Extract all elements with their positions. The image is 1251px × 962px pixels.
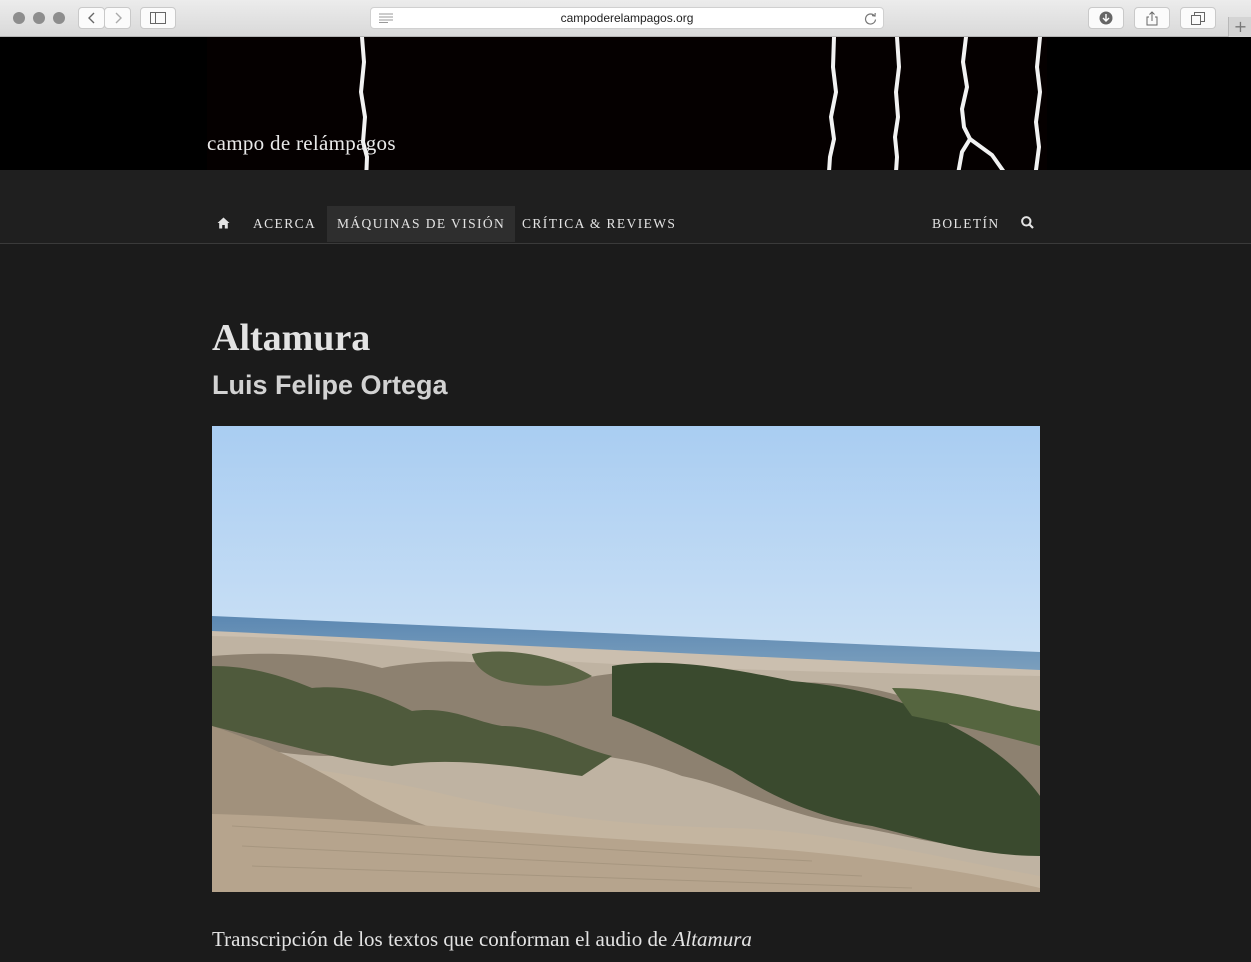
zoom-window-icon[interactable] <box>53 12 65 24</box>
lightning-illustration <box>358 37 1043 182</box>
url-text: campoderelampagos.org <box>560 11 694 25</box>
tabs-overview-button[interactable] <box>1180 7 1216 29</box>
article-author: Luis Felipe Ortega <box>212 370 448 400</box>
intro-title-italic: Altamura <box>672 927 752 951</box>
share-icon <box>1146 10 1158 25</box>
article-intro: Transcripción de los textos que conforma… <box>212 927 752 952</box>
nav-home[interactable] <box>207 206 237 242</box>
chevron-right-icon <box>115 12 122 24</box>
page-title: Altamura <box>212 317 371 359</box>
home-icon <box>217 217 230 229</box>
plus-icon: + <box>1233 17 1248 36</box>
site-logo[interactable]: campo de relámpagos <box>207 131 396 156</box>
close-window-icon[interactable] <box>13 12 25 24</box>
nav-item-critica-reviews[interactable]: Crítica & Reviews <box>512 206 686 242</box>
nav-item-acerca[interactable]: Acerca <box>243 206 326 242</box>
browser-toolbar: campoderelampagos.org + <box>0 0 1251 37</box>
new-tab-button[interactable]: + <box>1228 17 1251 37</box>
minimize-window-icon[interactable] <box>33 12 45 24</box>
download-icon <box>1099 11 1113 25</box>
article-featured-image <box>212 426 1040 892</box>
back-button[interactable] <box>78 7 105 29</box>
sidebar-button[interactable] <box>140 7 176 29</box>
nav-item-maquinas-de-vision[interactable]: Máquinas de visión <box>327 206 516 242</box>
downloads-button[interactable] <box>1088 7 1124 29</box>
nav-item-boletin[interactable]: Boletín <box>922 206 1010 242</box>
main-nav: Acerca Máquinas de visión Crítica & Revi… <box>0 170 1251 244</box>
tabs-icon <box>1191 11 1205 25</box>
address-bar[interactable]: campoderelampagos.org <box>370 7 884 29</box>
forward-button[interactable] <box>104 7 131 29</box>
nav-search[interactable] <box>1011 206 1045 242</box>
chevron-left-icon <box>87 12 94 24</box>
sidebar-icon <box>150 12 166 24</box>
search-icon <box>1021 216 1034 229</box>
site-header-banner: campo de relámpagos <box>0 37 1251 182</box>
intro-text: Transcripción de los textos que conforma… <box>212 927 673 951</box>
reload-icon[interactable] <box>864 12 877 25</box>
share-button[interactable] <box>1134 7 1170 29</box>
